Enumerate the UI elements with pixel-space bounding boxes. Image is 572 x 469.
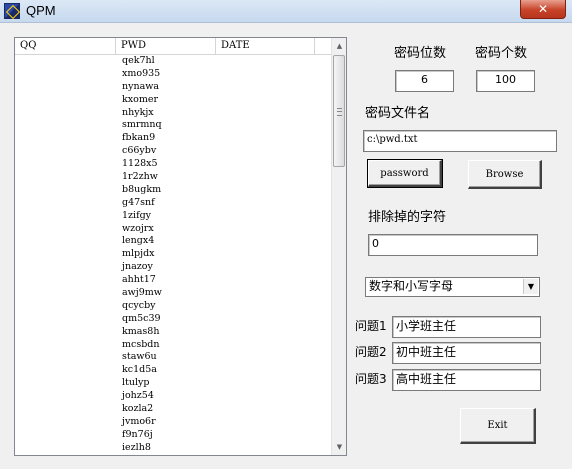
pwd-cell: smrmnq (122, 119, 162, 131)
question2-input[interactable]: 初中班主任 (392, 342, 541, 364)
list-row[interactable]: wzojrx (15, 223, 331, 236)
file-input[interactable]: c:\pwd.txt (363, 130, 557, 152)
pwd-cell: 1r2zhw (122, 171, 158, 183)
list-row[interactable]: iezlh8 (15, 442, 331, 455)
pwd-cell: c66ybv (122, 145, 157, 157)
charset-selected-value: 数字和小写字母 (369, 279, 454, 293)
pwd-cell: jnazoy (122, 261, 153, 273)
close-button[interactable]: ✕ (520, 0, 566, 19)
scroll-up-arrow-icon[interactable]: ▲ (334, 40, 345, 52)
list-row[interactable]: kmas8h (15, 326, 331, 339)
list-row[interactable]: nynawa (15, 81, 331, 94)
pwd-cell: awj9mw (122, 287, 162, 299)
list-row[interactable]: mlpjdx (15, 248, 331, 261)
question3-label: 问题3 (355, 372, 387, 386)
list-row[interactable]: 1128x5 (15, 158, 331, 171)
pwd-cell: kmas8h (122, 325, 160, 337)
pwd-cell: wzojrx (122, 222, 154, 234)
list-row[interactable]: ahht17 (15, 274, 331, 287)
pwd-cell: kc1d5a (122, 364, 157, 376)
list-row[interactable]: fbkan9 (15, 132, 331, 145)
pwd-cell: kxomer (122, 93, 159, 105)
pwd-cell: kozla2 (122, 403, 154, 415)
title-bar: QPM ✕ (0, 0, 572, 23)
list-row[interactable]: 1zifgy (15, 210, 331, 223)
pwd-cell: iezlh8 (122, 441, 151, 453)
count-input[interactable]: 100 (476, 70, 535, 92)
pwd-cell: b8ugkm (122, 183, 162, 195)
list-row[interactable]: smrmnq (15, 119, 331, 132)
password-button[interactable]: password (367, 159, 443, 188)
pwd-cell: fbkan9 (122, 132, 156, 144)
chevron-down-icon[interactable]: ▼ (523, 279, 538, 294)
list-row[interactable]: mcsbdn (15, 339, 331, 352)
question3-input[interactable]: 高中班主任 (392, 369, 541, 391)
browse-button[interactable]: Browse (468, 160, 542, 189)
list-rows: qek7hl xmo935 nynawa kxomer nhykjx smrmnq fbka… (15, 55, 331, 455)
pwd-cell: ahht17 (122, 274, 156, 286)
pwd-cell: xmo935 (122, 67, 161, 79)
exit-button[interactable]: Exit (460, 408, 536, 444)
column-header-pwd[interactable]: PWD (116, 38, 216, 54)
pwd-cell: f9n76j (122, 428, 153, 440)
list-row[interactable]: xmo935 (15, 68, 331, 81)
list-row[interactable]: jnazoy (15, 261, 331, 274)
question1-input[interactable]: 小学班主任 (392, 316, 541, 338)
list-row[interactable]: jvmo6r (15, 416, 331, 429)
list-header: QQ PWD DATE (15, 38, 331, 55)
charset-dropdown[interactable]: 数字和小写字母 ▼ (365, 277, 540, 297)
question1-label: 问题1 (355, 319, 387, 333)
grip-icon (337, 108, 342, 116)
question2-label: 问题2 (355, 345, 387, 359)
list-row[interactable]: staw6u (15, 351, 331, 364)
pwd-cell: nhykjx (122, 106, 154, 118)
file-label: 密码文件名 (365, 106, 431, 121)
pwd-cell: ltulyp (122, 377, 150, 389)
window-title: QPM (26, 3, 56, 18)
list-row[interactable]: awj9mw (15, 287, 331, 300)
list-row[interactable]: kc1d5a (15, 364, 331, 377)
column-header-qq[interactable]: QQ (15, 38, 116, 54)
pwd-cell: nynawa (122, 80, 160, 92)
list-row[interactable]: nhykjx (15, 107, 331, 120)
list-row[interactable]: lengx4 (15, 235, 331, 248)
list-row[interactable]: 1r2zhw (15, 171, 331, 184)
digits-label: 密码位数 (394, 46, 447, 61)
list-row[interactable]: c66ybv (15, 145, 331, 158)
list-row[interactable]: b8ugkm (15, 184, 331, 197)
pwd-cell: lengx4 (122, 235, 155, 247)
scroll-thumb[interactable] (333, 55, 345, 167)
pwd-cell: qcycby (122, 299, 156, 311)
pwd-cell: 1zifgy (122, 209, 152, 221)
list-row[interactable]: kozla2 (15, 403, 331, 416)
list-row[interactable]: ltulyp (15, 377, 331, 390)
column-header-date[interactable]: DATE (216, 38, 315, 54)
count-label: 密码个数 (475, 46, 528, 61)
vertical-scrollbar[interactable]: ▲ ▼ (331, 38, 346, 455)
exclude-input[interactable]: 0 (368, 234, 538, 256)
scroll-down-arrow-icon[interactable]: ▼ (334, 441, 345, 453)
pwd-cell: qm5c39 (122, 312, 161, 324)
list-row[interactable]: kxomer (15, 94, 331, 107)
list-row[interactable]: f9n76j (15, 429, 331, 442)
password-list[interactable]: QQ PWD DATE qek7hl xmo935 nynawa kxomer nhyk… (14, 37, 347, 456)
list-row[interactable]: g47snf (15, 197, 331, 210)
list-row[interactable]: johz54 (15, 390, 331, 403)
pwd-cell: mlpjdx (122, 248, 155, 260)
digits-input[interactable]: 6 (395, 70, 454, 92)
pwd-cell: 1128x5 (122, 158, 158, 170)
exclude-label: 排除掉的字符 (368, 210, 447, 225)
pwd-cell: staw6u (122, 351, 157, 363)
pwd-cell: jvmo6r (122, 415, 156, 427)
list-row[interactable]: qek7hl (15, 55, 331, 68)
list-row[interactable]: qm5c39 (15, 313, 331, 326)
pwd-cell: mcsbdn (122, 338, 160, 350)
app-logo-icon (4, 3, 20, 19)
pwd-cell: qek7hl (122, 55, 155, 66)
list-row[interactable]: qcycby (15, 300, 331, 313)
pwd-cell: johz54 (122, 390, 154, 402)
pwd-cell: g47snf (122, 196, 155, 208)
